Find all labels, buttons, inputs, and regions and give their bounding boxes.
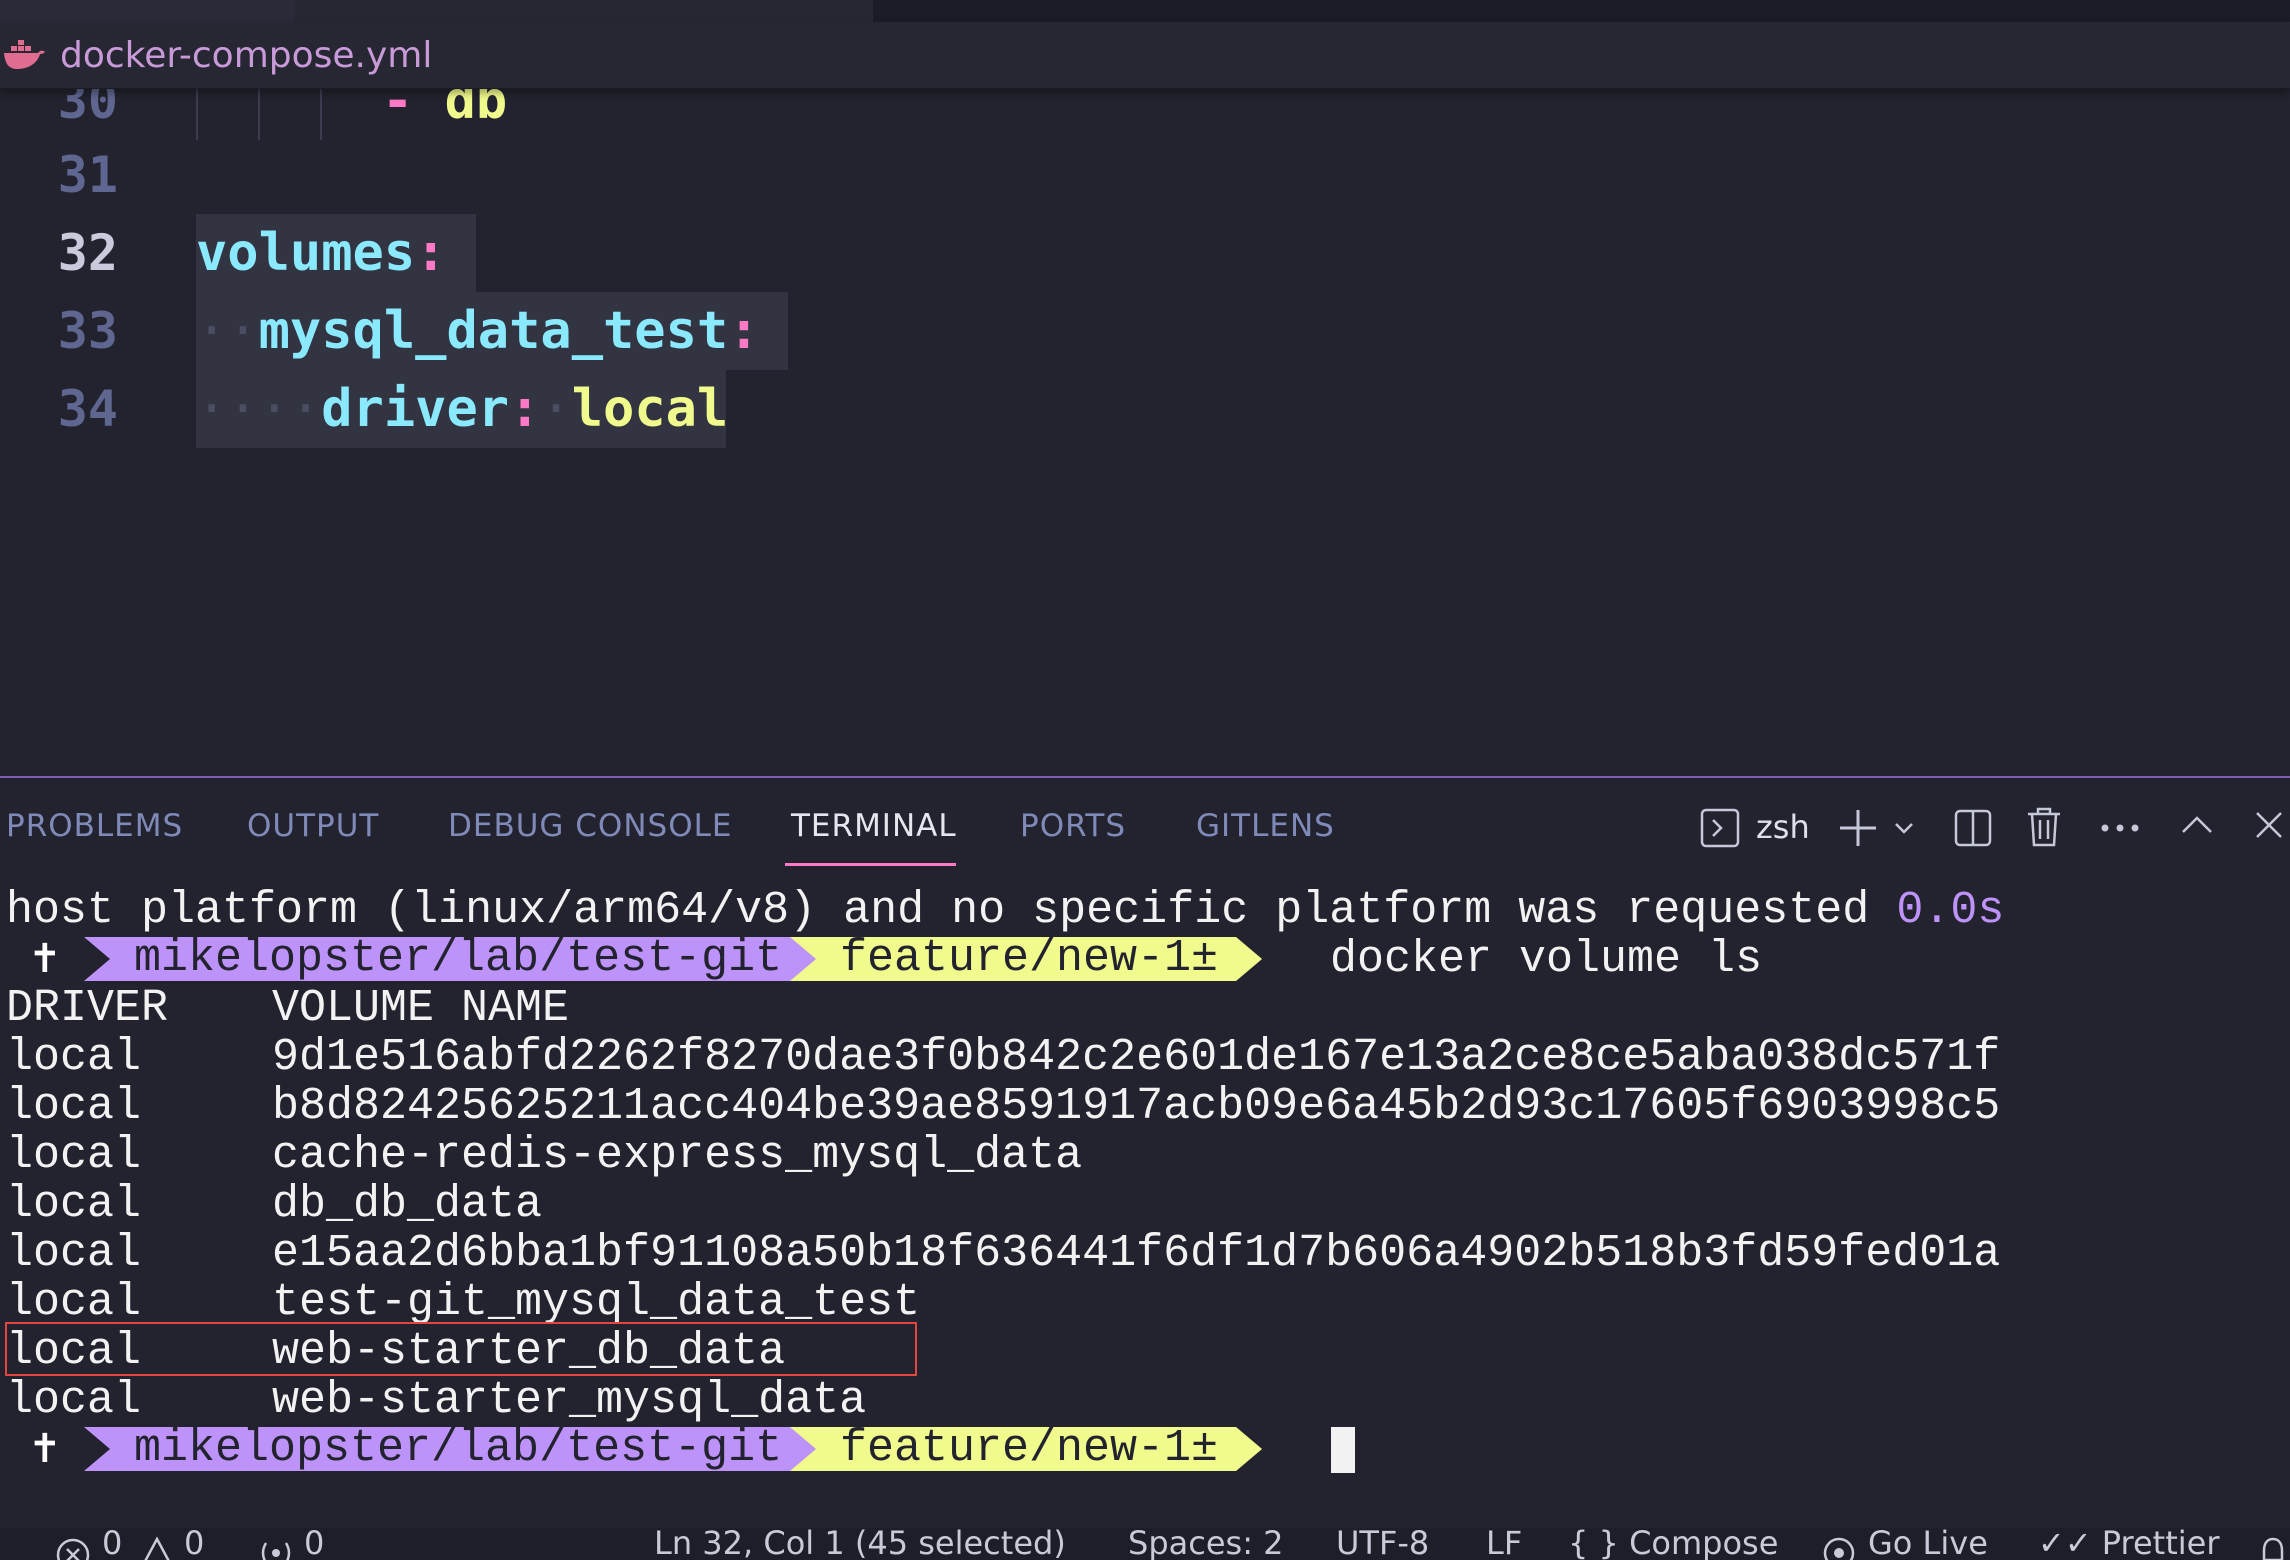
- table-header: DRIVER VOLUME NAME: [6, 983, 570, 1034]
- split-terminal-icon[interactable]: [1953, 808, 1993, 848]
- whitespace-marker: ····: [196, 379, 322, 439]
- code-line[interactable]: 31: [0, 136, 2290, 214]
- broadcast-icon[interactable]: [256, 1536, 296, 1560]
- status-bar: 0 0 0 Ln 32, Col 1 (45 selected) Spaces:…: [0, 1528, 2290, 1560]
- prompt-path: mikelopster/lab/test-git: [84, 1427, 826, 1471]
- table-row: local cache-redis-express_mysql_data: [6, 1130, 1083, 1181]
- ports-count[interactable]: 0: [304, 1528, 324, 1560]
- braces-icon: { }: [1568, 1528, 1619, 1560]
- line-number: 31: [57, 146, 118, 204]
- cursor-position[interactable]: Ln 32, Col 1 (45 selected): [654, 1528, 1066, 1560]
- table-row: local b8d82425625211acc404be39ae8591917ac…: [6, 1081, 2001, 1132]
- table-row: local web-starter_mysql_data: [6, 1375, 867, 1426]
- panel-tab-bar: PROBLEMS OUTPUT DEBUG CONSOLE TERMINAL P…: [0, 778, 2290, 878]
- code-line[interactable]: 32 volumes:: [0, 214, 2290, 292]
- terminal-shell-name[interactable]: zsh: [1756, 808, 1810, 846]
- terminal-cursor: [1331, 1427, 1355, 1473]
- prompt-symbol: ✝: [28, 1426, 62, 1472]
- yaml-colon: :: [509, 379, 541, 439]
- line-number-active: 32: [57, 224, 118, 282]
- double-check-icon: ✓✓: [2038, 1528, 2092, 1560]
- editor-tab-title: docker-compose.yml: [60, 34, 433, 76]
- title-strip-segment: [0, 0, 295, 22]
- yaml-colon: :: [415, 223, 447, 283]
- prettier-status[interactable]: ✓✓ Prettier: [2038, 1528, 2220, 1560]
- tab-output[interactable]: OUTPUT: [247, 808, 379, 844]
- title-strip-segment: [295, 0, 873, 22]
- close-icon[interactable]: [2254, 810, 2284, 840]
- line-number: 34: [57, 380, 118, 438]
- whitespace-marker: ··: [196, 301, 259, 361]
- code-line[interactable]: 33 ··mysql_data_test:: [0, 292, 2290, 370]
- code-editor[interactable]: 30 - db 31 32 volumes: 33 ··mysql_data_t…: [0, 88, 2290, 776]
- prompt-path: mikelopster/lab/test-git: [84, 937, 826, 981]
- tab-debug-console[interactable]: DEBUG CONSOLE: [448, 808, 732, 844]
- whitespace-marker: ·: [540, 379, 572, 439]
- bell-icon[interactable]: [2258, 1536, 2288, 1560]
- table-row: local 9d1e516abfd2262f8270dae3f0b842c2e60…: [6, 1032, 2001, 1083]
- table-row: local e15aa2d6bba1bf91108a50b18f636441f6d…: [6, 1228, 2001, 1279]
- tab-terminal[interactable]: TERMINAL: [791, 808, 957, 844]
- shell-prompt: ✝ mikelopster/lab/test-git feature/new-1…: [0, 1425, 2290, 1474]
- yaml-value: db: [444, 88, 508, 131]
- warning-icon[interactable]: [140, 1536, 174, 1560]
- code-line[interactable]: 34 ····driver:·local: [0, 370, 2290, 448]
- encoding[interactable]: UTF-8: [1336, 1528, 1429, 1560]
- terminal-line: host platform (linux/arm64/v8) and no sp…: [6, 885, 2005, 936]
- end-of-line[interactable]: LF: [1486, 1528, 1522, 1560]
- shell-prompt: ✝ mikelopster/lab/test-git feature/new-1…: [0, 935, 2290, 984]
- line-number: 33: [57, 302, 118, 360]
- bottom-panel: PROBLEMS OUTPUT DEBUG CONSOLE TERMINAL P…: [0, 776, 2290, 1530]
- line-number: 30: [57, 88, 118, 130]
- plus-icon[interactable]: [1838, 808, 1878, 848]
- editor-tab-docker-compose[interactable]: docker-compose.yml: [0, 22, 432, 88]
- table-row: local db_db_data: [6, 1179, 543, 1230]
- editor-tab-bar: docker-compose.yml: [0, 22, 2290, 89]
- yaml-key: volumes: [196, 223, 416, 283]
- terminal-output[interactable]: host platform (linux/arm64/v8) and no sp…: [0, 878, 2290, 1530]
- warning-count[interactable]: 0: [184, 1528, 204, 1560]
- error-icon[interactable]: [56, 1538, 90, 1560]
- indentation[interactable]: Spaces: 2: [1128, 1528, 1284, 1560]
- yaml-dash: -: [382, 88, 414, 131]
- yaml-colon: :: [728, 301, 760, 361]
- language-mode[interactable]: { } Compose: [1568, 1528, 1778, 1560]
- yaml-key: driver: [321, 379, 510, 439]
- go-live-button[interactable]: Go Live: [1868, 1528, 1988, 1560]
- highlight-annotation-box: [5, 1322, 917, 1376]
- tab-problems[interactable]: PROBLEMS: [6, 808, 183, 844]
- code-line[interactable]: 30 - db: [0, 88, 2290, 140]
- tab-gitlens[interactable]: GITLENS: [1196, 808, 1335, 844]
- chevron-up-icon[interactable]: [2180, 814, 2214, 836]
- window-top-strip: [0, 0, 2290, 22]
- docker-icon: [4, 40, 45, 69]
- active-tab-indicator: [785, 863, 956, 866]
- go-live-icon[interactable]: [1822, 1536, 1856, 1560]
- tab-ports[interactable]: PORTS: [1020, 808, 1126, 844]
- yaml-value: local: [571, 379, 729, 439]
- error-count[interactable]: 0: [102, 1528, 122, 1560]
- table-row-highlighted: local test-git_mysql_data_test: [6, 1277, 921, 1328]
- chevron-down-icon[interactable]: [1894, 818, 1914, 838]
- terminal-icon[interactable]: [1700, 808, 1740, 848]
- typed-command: docker volume ls: [1330, 934, 1763, 985]
- yaml-key: mysql_data_test: [258, 301, 729, 361]
- trash-icon[interactable]: [2026, 806, 2062, 848]
- prompt-branch: feature/new-1±: [790, 937, 1262, 981]
- more-actions-icon[interactable]: [2100, 822, 2140, 834]
- prompt-symbol: ✝: [28, 936, 62, 982]
- elapsed-time: 0.0s: [1896, 885, 2005, 936]
- prompt-branch: feature/new-1±: [790, 1427, 1262, 1471]
